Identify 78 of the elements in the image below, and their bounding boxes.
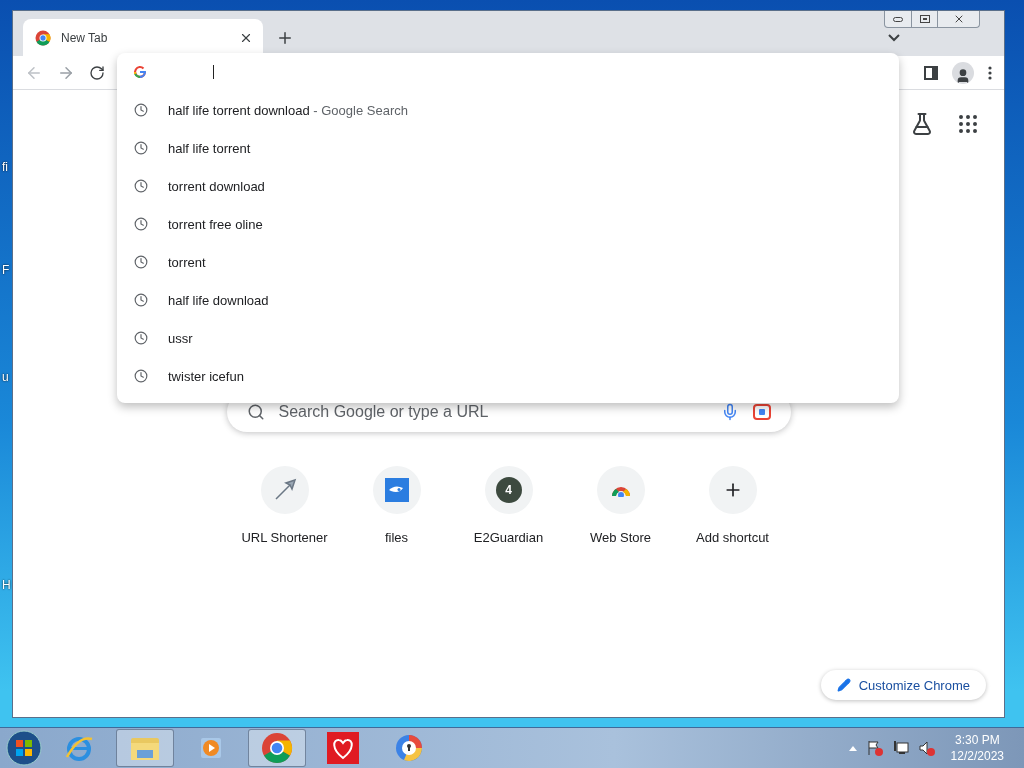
pencil-icon — [836, 678, 851, 692]
profile-avatar[interactable] — [952, 61, 974, 84]
shortcut-label: Web Store — [589, 530, 652, 545]
suggestion-text: half life torrent download - Google Search — [168, 102, 408, 118]
minimize-icon — [893, 16, 903, 22]
side-panel-icon — [924, 65, 938, 80]
apps-grid-button[interactable] — [956, 112, 980, 136]
muted-speaker-icon[interactable] — [918, 740, 935, 756]
taskbar-app[interactable] — [116, 729, 174, 767]
desktop-icon-label[interactable]: u — [2, 370, 9, 384]
text-cursor-icon — [213, 65, 216, 79]
suggestion-item[interactable]: half life download — [117, 281, 899, 319]
network-icon[interactable] — [892, 740, 909, 756]
shortcut-label: URL Shortener — [241, 530, 328, 545]
shortcut-label: E2Guardian — [473, 530, 544, 545]
files-icon — [384, 478, 409, 502]
history-clock-icon — [134, 369, 148, 383]
menu-button[interactable] — [988, 65, 992, 80]
suggestion-text: half life torrent — [168, 140, 251, 156]
chrome-icon — [35, 29, 51, 46]
history-clock-icon — [134, 141, 148, 155]
shortcut-label: Add shortcut — [696, 530, 769, 545]
browser-tab[interactable]: New Tab — [23, 19, 263, 56]
suggestion-text: torrent — [168, 254, 206, 270]
flag-error-icon[interactable] — [866, 740, 883, 756]
suggestion-item[interactable]: torrent free oline — [117, 205, 899, 243]
badge-icon: 4 — [495, 477, 522, 503]
suggestion-text: ussr — [168, 330, 193, 346]
search-placeholder: Search Google or type a URL — [278, 403, 490, 421]
shortcut-tile[interactable]: URL Shortener — [228, 466, 341, 545]
heart-logo-icon — [327, 732, 359, 764]
reload-icon — [89, 64, 105, 81]
search-icon — [246, 403, 265, 421]
shortcut-tile[interactable]: 4 E2Guardian — [452, 466, 565, 545]
google-logo-icon — [133, 65, 147, 79]
history-clock-icon — [134, 217, 148, 231]
person-icon — [955, 67, 971, 84]
apps-grid-icon — [956, 112, 980, 136]
taskbar-app[interactable] — [248, 729, 306, 767]
history-clock-icon — [134, 293, 148, 307]
suggestion-item[interactable]: twister icefun — [117, 357, 899, 395]
history-clock-icon — [134, 179, 148, 193]
menu-icon — [988, 65, 992, 80]
suggestion-item[interactable]: half life torrent download - Google Search — [117, 91, 899, 129]
tab-title: New Tab — [61, 30, 109, 45]
lock-browser-icon — [394, 733, 424, 763]
suggestion-item[interactable]: half life torrent — [117, 129, 899, 167]
shortcut-tile[interactable]: files — [340, 466, 453, 545]
history-clock-icon — [134, 103, 148, 117]
clock-date: 12/2/2023 — [950, 748, 1004, 764]
suggestion-text: twister icefun — [168, 368, 244, 384]
start-button[interactable] — [6, 730, 42, 766]
camera-lens-icon[interactable] — [752, 404, 771, 420]
chrome-icon — [261, 732, 293, 764]
flask-icon — [910, 112, 934, 136]
clock-time: 3:30 PM — [954, 732, 1000, 748]
shortcut-tile[interactable]: Add shortcut — [676, 466, 789, 545]
history-clock-icon — [134, 331, 148, 345]
shortcut-tile[interactable]: Web Store — [564, 466, 677, 545]
media-player-icon — [198, 735, 224, 761]
chevron-down-icon — [888, 33, 900, 42]
suggestion-item[interactable]: ussr — [117, 319, 899, 357]
search-field[interactable]: Search Google or type a URL — [226, 392, 791, 432]
desktop-icon-label[interactable]: fi — [2, 160, 8, 174]
shortcut-label: files — [384, 530, 409, 545]
windows-logo-icon — [6, 730, 42, 766]
suggestion-text: torrent download — [168, 178, 265, 194]
customize-chrome-button[interactable]: Customize Chrome — [820, 670, 986, 700]
suggestion-text: torrent free oline — [168, 216, 263, 232]
restore-icon — [919, 15, 930, 23]
flask-button[interactable] — [910, 112, 934, 136]
suggestion-text: half life download — [168, 292, 269, 308]
history-clock-icon — [134, 255, 148, 269]
suggestion-item[interactable]: torrent — [117, 243, 899, 281]
suggestion-item[interactable]: torrent download — [117, 167, 899, 205]
reload-button[interactable] — [89, 64, 105, 81]
side-panel-button[interactable] — [924, 65, 938, 80]
desktop-icon-label[interactable]: F — [2, 263, 10, 277]
